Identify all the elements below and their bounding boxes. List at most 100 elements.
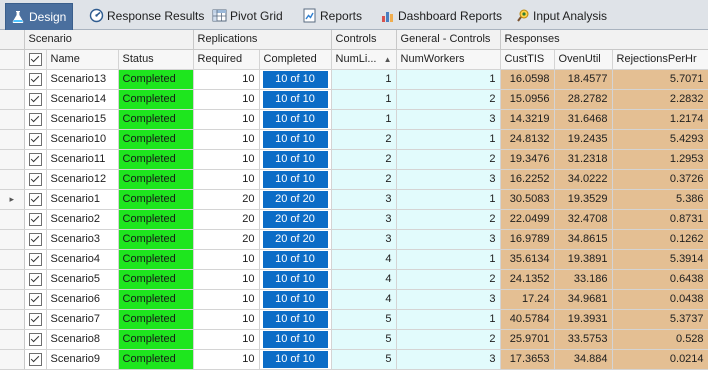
table-row[interactable]: Scenario12 Completed 10 10 of 10 2 3 16.2252 34…: [0, 169, 708, 190]
cell-num-lines[interactable]: 2: [331, 149, 397, 170]
cell-required[interactable]: 10: [193, 109, 260, 130]
cell-num-workers[interactable]: 3: [396, 289, 501, 310]
cell-status[interactable]: Completed: [118, 89, 194, 110]
column-header-cust-tis[interactable]: CustTIS: [500, 49, 555, 70]
cell-completed[interactable]: 10 of 10: [259, 329, 332, 350]
tab-reports[interactable]: Reports: [301, 4, 362, 27]
cell-num-workers[interactable]: 3: [396, 229, 501, 250]
cell-status[interactable]: Completed: [118, 69, 194, 90]
column-header-num-lines[interactable]: NumLi... ▲: [331, 49, 397, 70]
cell-oven-util[interactable]: 34.9681: [554, 289, 613, 310]
cell-status[interactable]: Completed: [118, 169, 194, 190]
cell-rejections-per-hr[interactable]: 0.3726: [612, 169, 708, 190]
cell-status[interactable]: Completed: [118, 329, 194, 350]
cell-rejections-per-hr[interactable]: 5.3737: [612, 309, 708, 330]
cell-num-workers[interactable]: 3: [396, 169, 501, 190]
cell-rejections-per-hr[interactable]: 0.6438: [612, 269, 708, 290]
cell-required[interactable]: 10: [193, 309, 260, 330]
cell-required[interactable]: 10: [193, 69, 260, 90]
row-indicator[interactable]: [0, 149, 25, 170]
cell-oven-util[interactable]: 18.4577: [554, 69, 613, 90]
cell-cust-tis[interactable]: 24.1352: [500, 269, 555, 290]
column-header-name[interactable]: Name: [46, 49, 119, 70]
table-row[interactable]: Scenario10 Completed 10 10 of 10 2 1 24.8132 19…: [0, 129, 708, 150]
cell-cust-tis[interactable]: 16.0598: [500, 69, 555, 90]
cell-oven-util[interactable]: 34.0222: [554, 169, 613, 190]
cell-rejections-per-hr[interactable]: 2.2832: [612, 89, 708, 110]
cell-num-workers[interactable]: 2: [396, 269, 501, 290]
row-indicator[interactable]: [0, 289, 25, 310]
cell-name[interactable]: Scenario2: [46, 209, 119, 230]
cell-num-workers[interactable]: 2: [396, 329, 501, 350]
cell-cust-tis[interactable]: 40.5784: [500, 309, 555, 330]
cell-required[interactable]: 20: [193, 209, 260, 230]
cell-num-lines[interactable]: 5: [331, 329, 397, 350]
row-checkbox[interactable]: [24, 209, 47, 230]
cell-rejections-per-hr[interactable]: 0.0438: [612, 289, 708, 310]
table-row[interactable]: Scenario15 Completed 10 10 of 10 1 3 14.3219 31…: [0, 109, 708, 130]
cell-completed[interactable]: 10 of 10: [259, 69, 332, 90]
cell-required[interactable]: 10: [193, 269, 260, 290]
row-indicator[interactable]: [0, 249, 25, 270]
row-indicator[interactable]: [0, 69, 25, 90]
table-row[interactable]: ▸ Scenario1 Completed 20 20 of 20 3 1 30.5083 19…: [0, 189, 708, 210]
cell-cust-tis[interactable]: 16.9789: [500, 229, 555, 250]
cell-oven-util[interactable]: 31.6468: [554, 109, 613, 130]
cell-oven-util[interactable]: 32.4708: [554, 209, 613, 230]
row-indicator[interactable]: [0, 269, 25, 290]
table-row[interactable]: Scenario13 Completed 10 10 of 10 1 1 16.0598 18…: [0, 69, 708, 90]
column-header-completed[interactable]: Completed: [259, 49, 332, 70]
cell-status[interactable]: Completed: [118, 109, 194, 130]
cell-required[interactable]: 10: [193, 329, 260, 350]
cell-num-lines[interactable]: 1: [331, 109, 397, 130]
cell-name[interactable]: Scenario4: [46, 249, 119, 270]
cell-status[interactable]: Completed: [118, 129, 194, 150]
cell-completed[interactable]: 10 of 10: [259, 109, 332, 130]
cell-name[interactable]: Scenario6: [46, 289, 119, 310]
cell-oven-util[interactable]: 31.2318: [554, 149, 613, 170]
cell-num-lines[interactable]: 3: [331, 209, 397, 230]
cell-oven-util[interactable]: 28.2782: [554, 89, 613, 110]
cell-name[interactable]: Scenario11: [46, 149, 119, 170]
cell-name[interactable]: Scenario1: [46, 189, 119, 210]
cell-required[interactable]: 10: [193, 89, 260, 110]
table-row[interactable]: Scenario7 Completed 10 10 of 10 5 1 40.5784 19.…: [0, 309, 708, 330]
cell-name[interactable]: Scenario10: [46, 129, 119, 150]
cell-required[interactable]: 20: [193, 229, 260, 250]
cell-name[interactable]: Scenario3: [46, 229, 119, 250]
cell-name[interactable]: Scenario15: [46, 109, 119, 130]
cell-oven-util[interactable]: 33.186: [554, 269, 613, 290]
cell-cust-tis[interactable]: 35.6134: [500, 249, 555, 270]
cell-required[interactable]: 10: [193, 169, 260, 190]
cell-cust-tis[interactable]: 17.24: [500, 289, 555, 310]
row-checkbox[interactable]: [24, 109, 47, 130]
cell-completed[interactable]: 20 of 20: [259, 209, 332, 230]
cell-completed[interactable]: 20 of 20: [259, 189, 332, 210]
cell-rejections-per-hr[interactable]: 0.0214: [612, 349, 708, 370]
cell-oven-util[interactable]: 19.3931: [554, 309, 613, 330]
tab-design[interactable]: Design: [5, 3, 74, 30]
column-header-oven-util[interactable]: OvenUtil: [554, 49, 613, 70]
cell-num-lines[interactable]: 3: [331, 189, 397, 210]
cell-num-workers[interactable]: 2: [396, 89, 501, 110]
cell-completed[interactable]: 10 of 10: [259, 89, 332, 110]
row-checkbox[interactable]: [24, 269, 47, 290]
cell-num-workers[interactable]: 1: [396, 189, 501, 210]
cell-cust-tis[interactable]: 16.2252: [500, 169, 555, 190]
cell-num-lines[interactable]: 1: [331, 89, 397, 110]
cell-required[interactable]: 10: [193, 149, 260, 170]
column-header-rejections-per-hr[interactable]: RejectionsPerHr: [612, 49, 708, 70]
cell-cust-tis[interactable]: 22.0499: [500, 209, 555, 230]
table-row[interactable]: Scenario2 Completed 20 20 of 20 3 2 22.0499 32.…: [0, 209, 708, 230]
row-checkbox[interactable]: [24, 149, 47, 170]
cell-num-workers[interactable]: 1: [396, 309, 501, 330]
row-indicator[interactable]: ▸: [0, 189, 25, 210]
table-row[interactable]: Scenario3 Completed 20 20 of 20 3 3 16.9789 34.…: [0, 229, 708, 250]
cell-status[interactable]: Completed: [118, 189, 194, 210]
cell-completed[interactable]: 10 of 10: [259, 289, 332, 310]
cell-rejections-per-hr[interactable]: 5.3914: [612, 249, 708, 270]
cell-cust-tis[interactable]: 24.8132: [500, 129, 555, 150]
cell-oven-util[interactable]: 19.3891: [554, 249, 613, 270]
cell-num-workers[interactable]: 3: [396, 109, 501, 130]
table-row[interactable]: Scenario11 Completed 10 10 of 10 2 2 19.3476 31…: [0, 149, 708, 170]
